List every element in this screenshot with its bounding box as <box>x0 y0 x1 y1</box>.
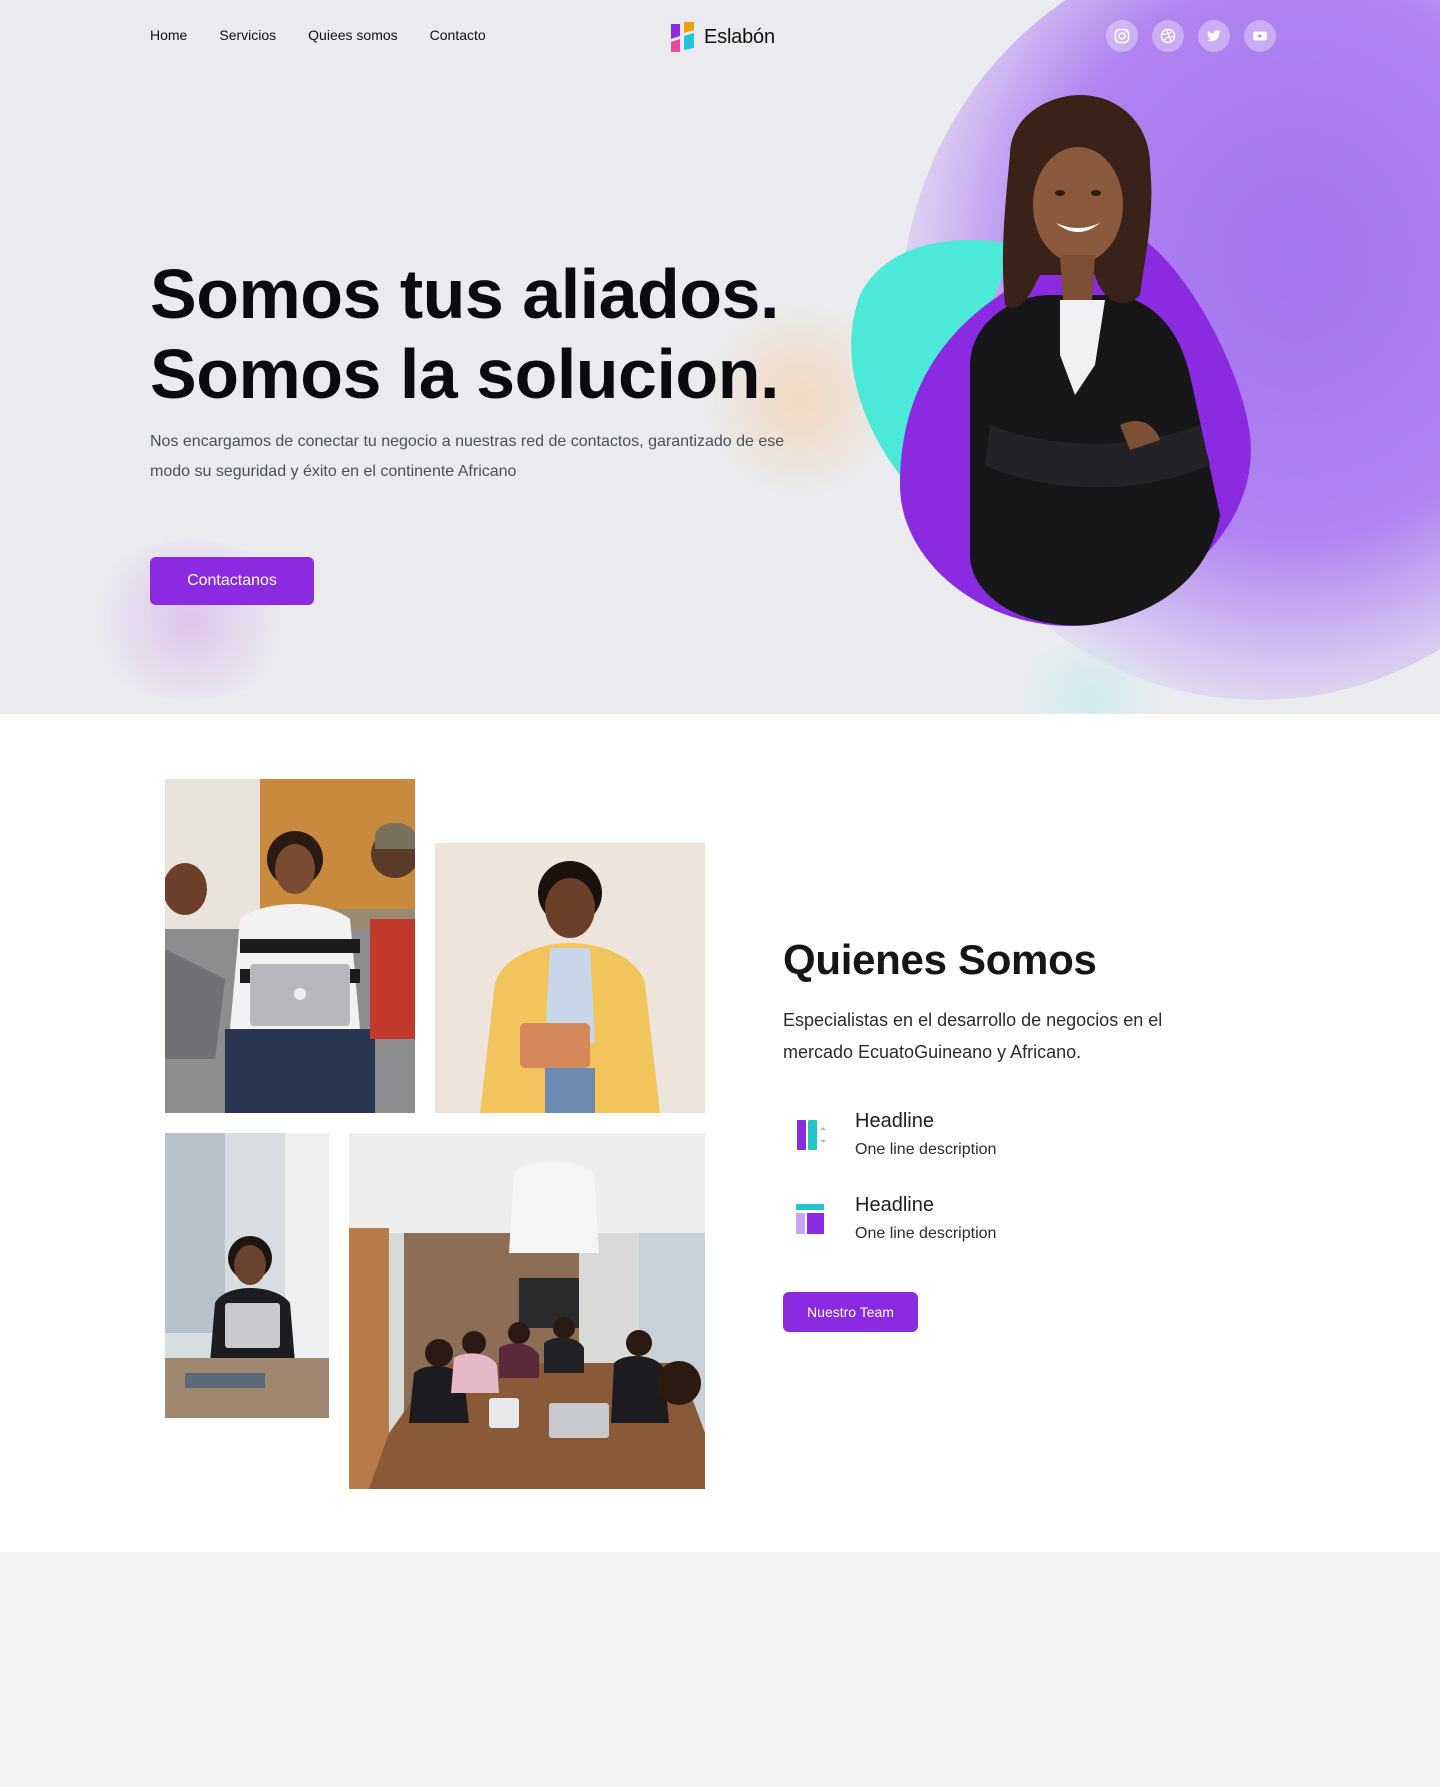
team-laptop-image <box>165 779 415 1113</box>
woman-office-image <box>165 1133 329 1418</box>
hero-title: Somos tus aliados. Somos la solucion. <box>150 254 870 414</box>
feature-description-1: One line description <box>855 1141 997 1158</box>
layout-icon <box>783 1192 837 1246</box>
about-title: Quienes Somos <box>783 936 1097 983</box>
youtube-button[interactable] <box>1244 20 1276 52</box>
about-section: Quienes Somos Especialistas en el desarr… <box>0 714 1440 1552</box>
hero-description: Nos encargamos de conectar tu negocio a … <box>150 433 785 480</box>
nav-item-servicios[interactable]: Servicios <box>219 27 276 43</box>
social-links <box>1106 20 1276 52</box>
twitter-button[interactable] <box>1198 20 1230 52</box>
woman-office-photo <box>165 1133 329 1418</box>
woman-tablet-image <box>435 843 705 1113</box>
brand-logo[interactable]: Eslabón <box>668 22 775 52</box>
feature-headline-2: Headline <box>855 1194 934 1216</box>
about-description: Especialistas en el desarrollo de negoci… <box>783 1010 1163 1062</box>
nuestro-team-button[interactable]: Nuestro Team <box>783 1292 918 1332</box>
hero-portrait-image <box>851 95 1251 626</box>
nav-item-quienes-somos[interactable]: Quiees somos <box>308 27 397 43</box>
feature-headline-1: Headline <box>855 1110 934 1132</box>
hero-title-line1: Somos tus aliados. <box>150 255 779 333</box>
logo-mark-icon <box>671 22 694 52</box>
feature-description-2: One line description <box>855 1225 997 1242</box>
hero-title-line2: Somos la solucion. <box>150 335 779 413</box>
youtube-icon <box>1253 31 1267 41</box>
logo-text: Eslabón <box>704 25 775 48</box>
instagram-button[interactable] <box>1106 20 1138 52</box>
team-laptop-photo <box>165 779 415 1113</box>
dribbble-button[interactable] <box>1152 20 1184 52</box>
feature-item-2: Headline One line description <box>783 1192 996 1246</box>
footer-section <box>0 1552 1440 1787</box>
meeting-room-photo <box>349 1133 705 1489</box>
woman-tablet-photo <box>435 843 705 1113</box>
contactanos-button[interactable]: Contactanos <box>150 557 314 605</box>
columns-icon <box>783 1108 837 1162</box>
twitter-icon <box>1207 30 1221 42</box>
main-nav: Home Servicios Quiees somos Contacto <box>150 27 486 43</box>
hero-section: Home Servicios Quiees somos Contacto Esl… <box>0 0 1440 714</box>
nav-item-home[interactable]: Home <box>150 27 187 43</box>
meeting-room-image <box>349 1133 705 1489</box>
instagram-icon <box>1114 28 1130 44</box>
dribbble-icon <box>1160 28 1176 44</box>
nav-item-contacto[interactable]: Contacto <box>430 27 486 43</box>
feature-item-1: Headline One line description <box>783 1108 996 1162</box>
